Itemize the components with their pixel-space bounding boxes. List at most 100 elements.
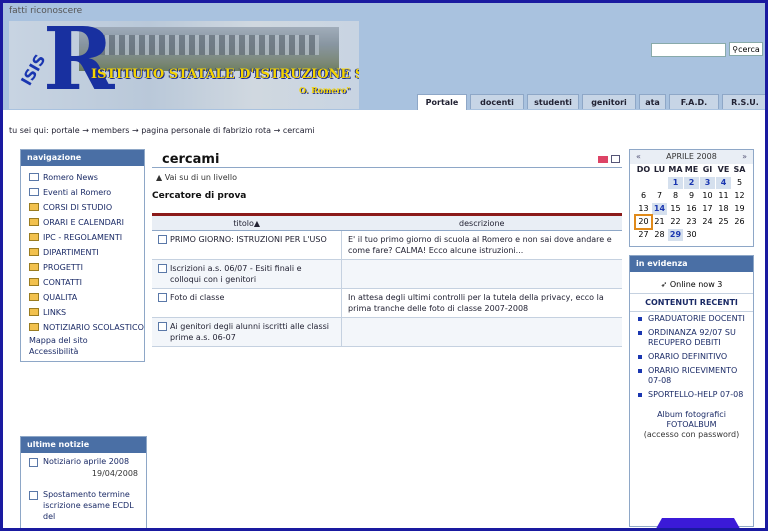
nav-item-dipartimenti[interactable]: DIPARTIMENTI (21, 245, 144, 260)
recent-item[interactable]: GRADUATORIE DOCENTI (630, 312, 753, 326)
nav-item-label: ORARI E CALENDARI (43, 218, 125, 227)
print-icon[interactable] (611, 155, 620, 163)
calendar-empty-cell (636, 177, 651, 189)
calendar-grid: DO LU MA ME GI VE SA 1 2 3 4 5 6 7 8 9 10 11 12 13 14 15 16 17 1… (630, 164, 753, 241)
table-row: Iscrizioni a.s. 06/07 - Esiti finali e c… (152, 259, 622, 289)
calendar-day-header: ME (684, 165, 699, 174)
nav-item-label: NOTIZIARIO SCOLASTICO (43, 323, 144, 332)
result-description: In attesa degli ultimi controlli per la … (341, 288, 622, 318)
calendar-month: APRILE 2008 (666, 152, 717, 161)
tab-studenti[interactable]: studenti (527, 94, 579, 109)
calendar-day[interactable]: 29 (668, 229, 683, 241)
recent-item[interactable]: ORARIO RICEVIMENTO 07-08 (630, 364, 753, 388)
table-row: Foto di classe In attesa degli ultimi co… (152, 288, 622, 318)
page-icon (158, 322, 167, 331)
main-content: cercami ▲ Vai su di un livello Cercatore… (152, 149, 622, 347)
calendar-day: 20 (634, 214, 653, 230)
accessibility-link[interactable]: Accessibilità (21, 346, 144, 357)
calendar-day: 27 (638, 230, 649, 239)
folder-icon (29, 323, 39, 331)
tab-docenti[interactable]: docenti (470, 94, 524, 109)
up-one-level-link[interactable]: ▲ Vai su di un livello (156, 173, 237, 182)
institute-subtitle: O. Romero" (299, 85, 351, 95)
calendar-next-button[interactable]: » (742, 150, 747, 164)
result-title[interactable]: Iscrizioni a.s. 06/07 - Esiti finali e c… (152, 259, 342, 289)
login-link[interactable]: fatti riconoscere (9, 6, 82, 16)
calendar-day: 21 (654, 217, 665, 226)
nav-item-regolamenti[interactable]: IPC - REGOLAMENTI (21, 230, 144, 245)
news-date: 19/04/2008 (91, 469, 138, 478)
news-item[interactable]: Notiziario aprile 2008 (21, 453, 146, 469)
result-link[interactable]: PRIMO GIORNO: ISTRUZIONI PER L'USO (170, 235, 327, 244)
calendar-day: 25 (718, 217, 729, 226)
calendar-portlet: « APRILE 2008 » DO LU MA ME GI VE SA 1 2 3 4 5 6 7 8 9 1… (629, 149, 754, 247)
nav-item-eventi[interactable]: Eventi al Romero (21, 185, 144, 200)
result-description: E' il tuo primo giorno di scuola al Rome… (341, 230, 622, 260)
photo-album-link[interactable]: Album fotografici FOTOALBUM (accesso con… (630, 402, 753, 440)
calendar-day: 23 (686, 217, 697, 226)
calendar-day-header: VE (717, 165, 730, 174)
folder-icon (29, 218, 39, 226)
calendar-day[interactable]: 4 (716, 177, 731, 189)
navigation-title: navigazione (21, 150, 144, 166)
news-item[interactable]: Spostamento termine iscrizione esame ECD… (21, 486, 146, 524)
tab-ata[interactable]: ata (639, 94, 666, 109)
nav-item-romero-news[interactable]: Romero News (21, 170, 144, 185)
nav-item-orari[interactable]: ORARI E CALENDARI (21, 215, 144, 230)
nav-item-progetti[interactable]: PROGETTI (21, 260, 144, 275)
folder-icon (29, 233, 39, 241)
search-button[interactable]: ⚲cerca (729, 42, 763, 56)
recent-item[interactable]: SPORTELLO-HELP 07-08 (630, 388, 753, 402)
nav-item-corsi[interactable]: CORSI DI STUDIO (21, 200, 144, 215)
album-banner[interactable] (653, 518, 743, 528)
tab-rsu[interactable]: R.S.U. (722, 94, 765, 109)
rss-icon[interactable] (598, 156, 608, 163)
column-description-header[interactable]: descrizione (341, 213, 622, 231)
calendar-day-header: GI (702, 165, 713, 174)
tab-fad[interactable]: F.A.D. (669, 94, 719, 109)
result-link[interactable]: Iscrizioni a.s. 06/07 - Esiti finali e c… (170, 264, 302, 284)
search-input[interactable] (651, 43, 726, 57)
folder-icon (29, 293, 39, 301)
news-portlet: ultime notizie Notiziario aprile 2008 19… (20, 436, 147, 528)
calendar-empty-cell (652, 177, 667, 189)
result-link[interactable]: Ai genitori degli alunni iscritti alle c… (170, 322, 329, 342)
sitemap-link[interactable]: Mappa del sito (21, 335, 144, 346)
nav-item-label: CONTATTI (43, 278, 82, 287)
nav-item-contatti[interactable]: CONTATTI (21, 275, 144, 290)
site-banner[interactable]: R ISIS ISTITUTO STATALE D'ISTRUZIONE SUP… (9, 21, 359, 109)
column-title-header[interactable]: titolo▲ (152, 213, 342, 231)
nav-item-qualita[interactable]: QUALITA (21, 290, 144, 305)
calendar-prev-button[interactable]: « (636, 150, 641, 164)
calendar-day[interactable]: 2 (684, 177, 699, 189)
recent-content-title[interactable]: CONTENUTI RECENTI (630, 293, 753, 312)
result-title[interactable]: PRIMO GIORNO: ISTRUZIONI PER L'USO (152, 230, 342, 260)
result-title[interactable]: Foto di classe (152, 288, 342, 318)
calendar-day: 17 (702, 204, 713, 213)
result-title[interactable]: Ai genitori degli alunni iscritti alle c… (152, 317, 342, 347)
nav-item-links[interactable]: LINKS (21, 305, 144, 320)
recent-item[interactable]: ORARIO DEFINITIVO (630, 350, 753, 364)
school-photo (79, 27, 339, 71)
recent-item[interactable]: ORDINANZA 92/07 SU RECUPERO DEBITI (630, 326, 753, 350)
tab-genitori[interactable]: genitori (582, 94, 636, 109)
nav-item-notiziario[interactable]: NOTIZIARIO SCOLASTICO (21, 320, 144, 335)
navigation-list: Romero News Eventi al Romero CORSI DI ST… (21, 166, 144, 361)
breadcrumb[interactable]: tu sei qui: portale → members → pagina p… (9, 126, 315, 135)
calendar-empty-cell (700, 229, 715, 241)
news-item-label: Spostamento termine iscrizione esame ECD… (43, 490, 134, 521)
left-column: navigazione Romero News Eventi al Romero… (20, 149, 145, 362)
tab-portale[interactable]: Portale (417, 94, 467, 110)
calendar-day[interactable]: 3 (700, 177, 715, 189)
page-icon (29, 458, 38, 467)
calendar-day: 16 (686, 204, 697, 213)
result-link[interactable]: Foto di classe (170, 293, 224, 302)
calendar-day: 11 (718, 191, 729, 200)
page-icon (29, 491, 38, 500)
evidence-portlet: in evidenza ➶ Online now 3 CONTENUTI REC… (629, 255, 754, 527)
page-icon (29, 188, 39, 196)
page-icon (158, 293, 167, 302)
calendar-empty-cell (716, 229, 731, 241)
calendar-day[interactable]: 1 (668, 177, 683, 189)
calendar-day[interactable]: 14 (652, 203, 667, 215)
